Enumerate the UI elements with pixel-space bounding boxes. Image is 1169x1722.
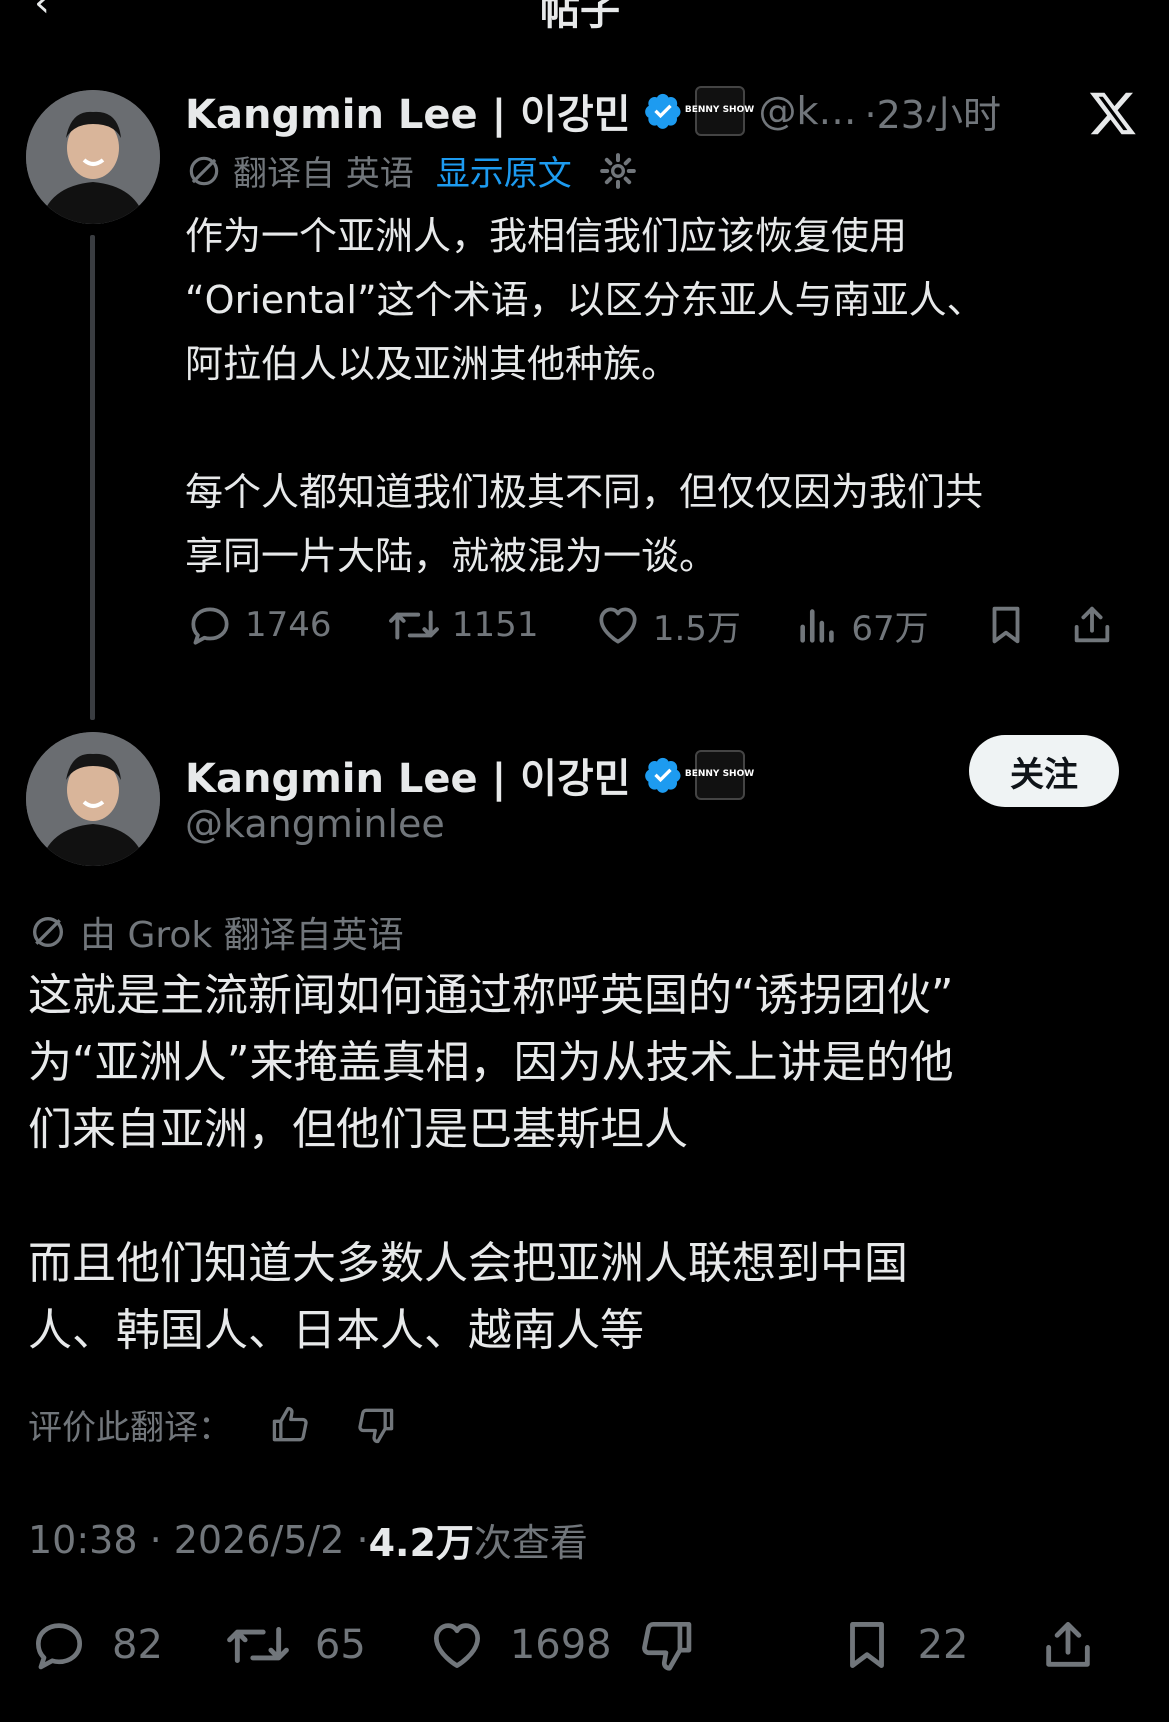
author-name[interactable]: Kangmin Lee | 이강민 [185, 746, 631, 804]
like-count: 1698 [509, 1622, 612, 1668]
translate-icon [33, 917, 63, 947]
tweet2-text: 这就是主流新闻如何通过称呼英国的“诱拐团伙” 为“亚洲人”来掩盖真相，因为从技术… [28, 970, 954, 1356]
affiliate-badge-icon[interactable]: BENNY SHOW [685, 750, 754, 800]
follow-button[interactable]: 关注 [969, 735, 1119, 807]
page-title: 帖子 [540, 0, 620, 34]
tweet1-actions: 1746 1151 1.5万 67万 [185, 600, 1115, 650]
rate-translation-row: 评价此翻译： [28, 1400, 398, 1449]
avatar[interactable] [26, 732, 160, 866]
bookmark-icon[interactable] [983, 600, 1029, 650]
verified-icon [644, 93, 680, 129]
retweet-count: 1151 [451, 605, 539, 645]
thumbs-down-icon[interactable] [354, 1403, 398, 1447]
like-count: 1.5万 [652, 608, 741, 649]
author-handle[interactable]: @kangminlee [185, 802, 445, 846]
translate-icon [189, 156, 219, 185]
avatar[interactable] [26, 90, 160, 224]
tweet-meta: 10:38 · 2026/5/2 · 4.2万 次查看 [28, 1512, 588, 1567]
translation-row: 翻译自 英语 显示原文 [185, 146, 638, 195]
heart-icon [433, 1623, 480, 1668]
retweet-count: 65 [314, 1622, 366, 1668]
thread-line [90, 235, 95, 720]
retweet-button[interactable]: 65 [223, 1614, 366, 1676]
share-icon [1045, 1622, 1090, 1667]
badge-text: BENNY SHOW [684, 105, 755, 116]
tweet1-text: 作为一个亚洲人，我相信我们应该恢复使用 “Oriental”这个术语，以区分东亚… [185, 214, 985, 578]
reply-count: 1746 [245, 605, 332, 645]
translated-from-label: 翻译自 英语 [233, 154, 414, 194]
verified-icon [644, 757, 680, 793]
affiliate-badge-icon[interactable]: BENNY SHOW [685, 86, 754, 136]
reply-button[interactable]: 1746 [185, 600, 332, 650]
tweet-time: ·23小时 [864, 92, 1001, 137]
reply-icon [191, 607, 229, 645]
bookmark-count: 22 [917, 1622, 969, 1668]
thumbs-down-icon [641, 1622, 691, 1671]
dislike-button[interactable] [636, 1614, 698, 1676]
grok-translation-label: 由 Grok 翻译自英语 [80, 915, 404, 956]
view-label: 次查看 [473, 1521, 588, 1565]
share-icon[interactable] [1069, 600, 1115, 650]
settings-gear-icon[interactable] [598, 151, 638, 191]
views-button[interactable]: 67万 [795, 601, 929, 650]
retweet-icon [227, 1627, 289, 1663]
tweet-timestamp[interactable]: 10:38 · 2026/5/2 · [28, 1518, 369, 1562]
views-chart-icon [800, 609, 835, 643]
show-original-link[interactable]: 显示原文 [436, 146, 572, 195]
grok-translation-row: 由 Grok 翻译自英语 [28, 906, 404, 958]
view-count: 67万 [851, 608, 929, 649]
back-arrow-icon[interactable]: ‹ [34, 0, 50, 26]
view-count: 4.2万 [368, 1521, 474, 1565]
like-button[interactable]: 1.5万 [593, 600, 741, 650]
tweet1-header: Kangmin Lee | 이강민 BENNY SHOW @k… ·23小时 [185, 82, 1001, 140]
reply-button[interactable]: 82 [28, 1614, 163, 1676]
rate-translation-label: 评价此翻译： [28, 1408, 232, 1448]
bookmark-icon [849, 1622, 884, 1668]
like-button[interactable]: 1698 [426, 1614, 612, 1676]
author-name[interactable]: Kangmin Lee | 이강민 [185, 82, 631, 140]
retweet-button[interactable]: 1151 [386, 600, 539, 650]
author-handle[interactable]: @k… [759, 89, 857, 133]
tweet2-actions: 82 65 1698 22 [28, 1614, 1138, 1676]
reply-icon [36, 1623, 82, 1670]
x-logo-icon [1088, 88, 1138, 142]
tweet1-extra-actions [983, 600, 1115, 650]
bookmark-button[interactable]: 22 [838, 1614, 969, 1676]
thumbs-up-icon[interactable] [268, 1403, 312, 1447]
reply-count: 82 [112, 1622, 163, 1668]
badge-text: BENNY SHOW [684, 769, 755, 780]
retweet-icon [389, 610, 439, 640]
share-button[interactable] [1039, 1614, 1097, 1676]
heart-icon [599, 607, 637, 644]
tweet2-header: Kangmin Lee | 이강민 BENNY SHOW [185, 746, 754, 804]
